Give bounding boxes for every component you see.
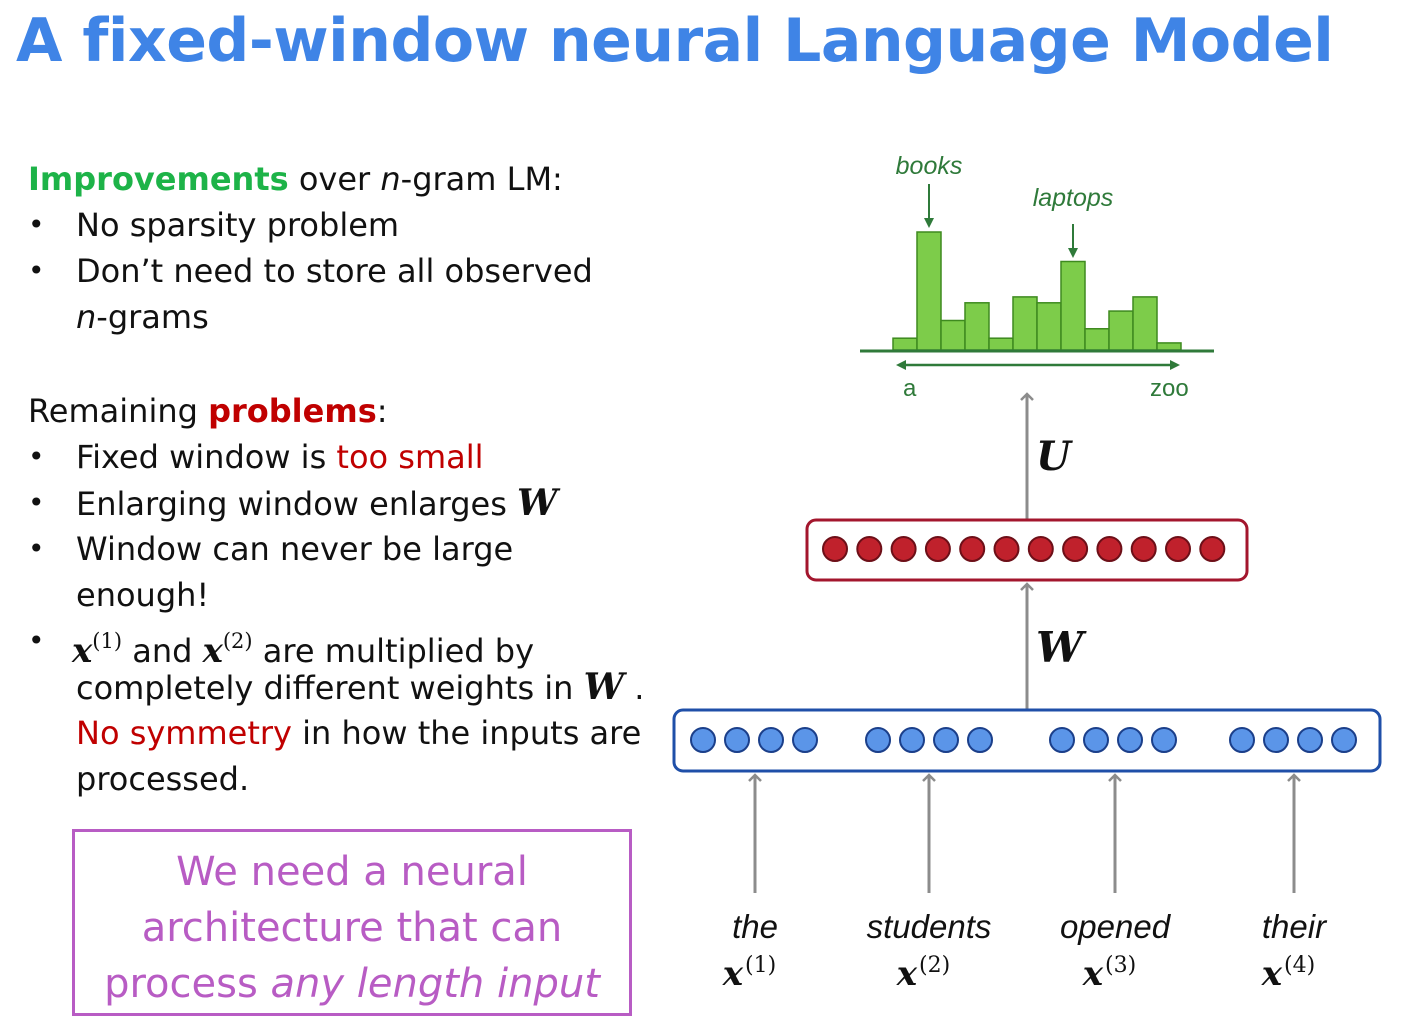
input-unit — [1263, 727, 1289, 753]
input-unit — [1117, 727, 1143, 753]
hidden-unit — [959, 536, 986, 562]
hidden-unit — [856, 536, 883, 562]
distribution-bar — [1156, 342, 1182, 351]
input-word-the: the — [732, 908, 778, 945]
input-vector-superscript: (4) — [1284, 953, 1315, 978]
output-distribution — [892, 231, 1182, 351]
input-word-students: students — [867, 908, 992, 945]
hidden-unit — [1027, 536, 1054, 562]
input-words: thex (1)studentsx (2)openedx (3)theirx (4) — [722, 773, 1328, 994]
hidden-unit — [924, 536, 951, 562]
input-word-opened: opened — [1060, 908, 1172, 945]
input-unit — [899, 727, 925, 753]
hidden-unit — [1062, 536, 1089, 562]
hidden-unit — [890, 536, 917, 562]
input-unit — [1049, 727, 1075, 753]
input-vector-symbol: x — [896, 954, 918, 994]
hidden-unit — [1096, 536, 1123, 562]
vocab-start-label: a — [903, 375, 917, 402]
input-vector-superscript: (1) — [745, 953, 776, 978]
vocab-end-label: zoo — [1150, 375, 1189, 402]
input-unit — [933, 727, 959, 753]
input-unit — [967, 727, 993, 753]
input-vector-symbol: x — [1261, 954, 1283, 994]
distribution-bar — [892, 337, 918, 351]
distribution-bar — [1036, 302, 1062, 351]
distribution-bar — [988, 337, 1014, 351]
books-label: books — [896, 152, 963, 180]
input-unit — [1229, 727, 1255, 753]
distribution-bar — [1012, 296, 1038, 351]
input-vector-symbol: x — [722, 954, 744, 994]
input-unit — [724, 727, 750, 753]
distribution-bar — [1060, 260, 1086, 351]
input-unit — [758, 727, 784, 753]
input-unit — [865, 727, 891, 753]
input-unit — [1331, 727, 1357, 753]
distribution-bar — [1084, 328, 1110, 351]
input-unit — [690, 727, 716, 753]
input-unit — [1151, 727, 1177, 753]
U-label: U — [1036, 433, 1073, 480]
distribution-bar — [964, 302, 990, 351]
input-vector-superscript: (2) — [919, 953, 950, 978]
hidden-unit — [1130, 536, 1157, 562]
distribution-bar — [916, 231, 942, 351]
distribution-bar — [1132, 296, 1158, 351]
neural-lm-diagram: a zoo books laptops U W thex (1)studentsx… — [672, 152, 1382, 994]
input-unit — [1083, 727, 1109, 753]
hidden-unit — [993, 536, 1020, 562]
input-vector-symbol: x — [1082, 954, 1104, 994]
input-word-their: their — [1262, 908, 1328, 945]
W-label: W — [1036, 623, 1087, 672]
hidden-unit — [1165, 536, 1191, 562]
distribution-bar — [940, 319, 966, 351]
distribution-bar — [1108, 310, 1134, 351]
input-unit — [792, 727, 818, 753]
laptops-label: laptops — [1033, 184, 1114, 212]
hidden-unit — [1199, 536, 1226, 562]
input-unit — [1297, 727, 1323, 753]
hidden-unit — [822, 536, 848, 562]
input-vector-superscript: (3) — [1105, 953, 1136, 978]
